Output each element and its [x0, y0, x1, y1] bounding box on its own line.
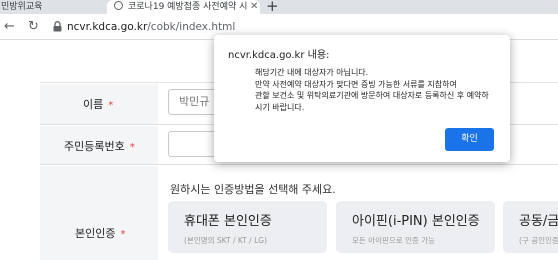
auth-instruction: 원하시는 인증방법을 선택해 주세요.	[170, 183, 336, 196]
certificate-auth-option[interactable]: 공동/금융 (구 공인인증	[503, 201, 558, 253]
required-mark: *	[108, 100, 114, 111]
name-label: 이름 *	[83, 98, 114, 111]
required-mark: *	[120, 229, 126, 240]
alert-dialog: ncvr.kdca.go.kr 내용: 해당기간 내에 대상자가 아닙니다. 만…	[214, 35, 510, 162]
phone-auth-option[interactable]: 휴대폰 본인인증 (본인명의 SKT / KT / LG)	[168, 201, 327, 253]
ok-button[interactable]: 확인	[445, 128, 494, 151]
url-path: /cobk/index.html	[147, 21, 236, 33]
tab-active[interactable]: 코로나19 예방접종 사전예약 시	[107, 0, 260, 14]
url-host: ncvr.kdca.go.kr	[67, 21, 148, 33]
option-title: 공동/금융	[519, 214, 558, 229]
label-cell-auth	[40, 166, 158, 260]
tab-inactive[interactable]: 민방위교육	[0, 0, 104, 14]
option-title: 휴대폰 본인인증	[184, 214, 272, 229]
ipin-auth-option[interactable]: 아이핀(i-PIN) 본인인증 모든 아이핀으로 인증 가능	[336, 201, 495, 253]
globe-icon	[114, 1, 123, 10]
option-subtitle: 모든 아이핀으로 인증 가능	[352, 236, 436, 245]
address-bar[interactable]: ncvr.kdca.go.kr/cobk/index.html	[67, 14, 235, 40]
reload-icon[interactable]: ↻	[28, 16, 39, 38]
option-subtitle: (구 공인인증	[519, 236, 558, 245]
close-icon[interactable]: ✕	[250, 0, 258, 14]
dialog-title: ncvr.kdca.go.kr 내용:	[228, 50, 330, 61]
option-title: 아이핀(i-PIN) 본인인증	[352, 214, 480, 229]
auth-label: 본인인증 *	[75, 227, 126, 240]
required-mark: *	[129, 142, 135, 153]
lock-icon	[53, 21, 62, 32]
dialog-message-line: 시기 바랍니다.	[255, 102, 305, 112]
option-subtitle: (본인명의 SKT / KT / LG)	[184, 236, 268, 245]
dialog-message-line: 관할 보건소 및 위탁의료기관에 방문하여 대상자로 등록하신 후 예약하	[255, 91, 489, 100]
new-tab-icon[interactable]: +	[266, 0, 279, 14]
dialog-message: 해당기간 내에 대상자가 아닙니다. 만약 사전예약 대상자가 맞다면 증빙 가…	[255, 67, 505, 113]
rrn-label: 주민등록번호 *	[64, 140, 135, 153]
tab-label: 민방위교육	[1, 2, 43, 12]
dialog-message-line: 만약 사전예약 대상자가 맞다면 증빙 가능한 서류를 지참하여	[255, 79, 457, 89]
tab-label: 코로나19 예방접종 사전예약 시	[128, 2, 248, 12]
dialog-message-line: 해당기간 내에 대상자가 아닙니다.	[255, 68, 369, 77]
back-icon[interactable]: ←	[4, 16, 15, 38]
